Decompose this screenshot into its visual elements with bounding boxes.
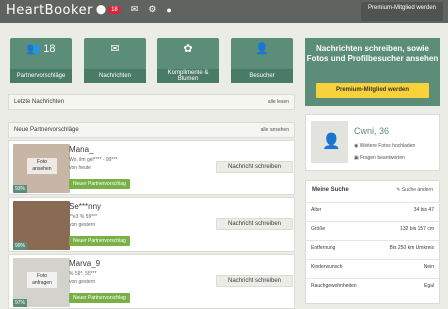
section-title: Neue Partnervorschläge [14,127,79,133]
settings-icon[interactable]: ⚙ [148,4,156,15]
mail-icon: ✉ [110,43,120,55]
flower-icon: ✿ [183,43,193,55]
users-icon: 👥 18 [26,43,56,55]
read-all-link[interactable]: alle lesen [268,95,289,110]
change-search-link[interactable]: ✎ Suche ändern [396,187,433,193]
profile-nav[interactable]: ⬤ 18 [96,4,121,15]
write-message-button[interactable]: Nachricht schreiben [216,161,293,173]
search-row-age: Alter 34 bis 47 [305,202,440,217]
write-message-button[interactable]: Nachricht schreiben [216,275,293,287]
tile-partnervorschlaege[interactable]: 👥 18 Partnervorschläge [10,38,72,83]
notification-badge: 18 [108,5,121,14]
search-row-distance: Entfernung Bis 250 km Umkreis [305,240,440,255]
logo[interactable]: HeartBooker [6,3,93,18]
user-silhouette-icon: 👤 [322,133,341,150]
answer-questions-link[interactable]: ▣ Fragen beantworten [354,155,405,161]
match-percent: 97% [13,299,28,307]
latest-messages-header: Letzte Nachrichten alle lesen [8,94,295,110]
view-all-link[interactable]: alle ansehen [261,123,289,138]
suggestion-row: Foto ansehen 93% Mana_ Wo, ilm gel**** ·… [8,140,295,195]
section-title: Letzte Nachrichten [14,99,65,105]
top-bar: HeartBooker ⬤ 18 ✉ ⚙ ● Premium-Mitglied w… [0,0,448,23]
search-row-height: Größe 132 bis 157 cm [305,221,440,236]
match-percent: 99% [13,242,28,250]
profile-name[interactable]: Mana_ [69,145,93,154]
suggestion-row: 99% Se***nny **e3 % 59*** von gestern Ne… [8,197,295,252]
user-icon: ⬤ [96,4,107,14]
profile-seen: von heute [69,165,91,171]
suggestion-row: Foto anfragen 97% Marva_9 % 59*, 55*** v… [8,254,295,309]
person-icon: 👤 [255,43,269,55]
premium-top-button[interactable]: Premium-Mitglied werden [361,2,443,21]
profile-details: **e3 % 59*** [69,214,98,220]
tile-komplimente[interactable]: ✿ Komplimente & Blumen [157,38,219,83]
search-row-smoking: Rauchgewohnheiten Egal [305,278,440,293]
write-message-button[interactable]: Nachricht schreiben [216,218,293,230]
profile-details: % 59*, 55*** [69,271,97,277]
new-suggestion-tag: Neuer Partnervorschlag [69,236,130,246]
profile-age: 36 [379,126,390,136]
camera-icon: ◉ [354,143,359,149]
photo-label[interactable]: Foto anfragen [27,272,57,288]
profile-seen: von gestern [69,222,96,228]
photo-label[interactable]: Foto ansehen [27,158,57,174]
top-nav: ⬤ 18 ✉ ⚙ ● [96,4,172,15]
tile-label: Partnervorschläge [10,69,72,83]
edit-icon: ✎ [396,187,401,193]
new-suggestion-tag: Neuer Partnervorschlag [69,179,130,189]
question-icon: ▣ [354,155,359,161]
new-suggestion-tag: Neuer Partnervorschlag [69,293,130,303]
profile-name[interactable]: Se***nny [69,202,101,211]
tile-count: 18 [43,43,56,55]
search-title: Meine Suche [312,187,349,193]
tile-besucher[interactable]: 👤 Besucher [231,38,293,83]
upload-photos-link[interactable]: ◉ Weitere Fotos hochladen [354,143,415,149]
own-avatar[interactable]: 👤 [311,121,348,163]
tile-label: Besucher [231,69,293,83]
tile-label: Nachrichten [84,69,146,83]
profile-name[interactable]: Marva_9 [69,259,100,268]
suggestions-header: Neue Partnervorschläge alle ansehen [8,122,295,138]
profile-photo[interactable]: Foto anfragen 97% [13,258,70,307]
profile-photo[interactable]: 99% [13,201,70,250]
search-row-children: Kinderwunsch Nein [305,259,440,274]
profile-details: Wo, ilm gel**** · 99*** [69,157,118,163]
promo-text: Nachrichten schreiben, sowie Fotos und P… [306,44,439,63]
account-icon[interactable]: ● [166,5,171,15]
premium-promo: Nachrichten schreiben, sowie Fotos und P… [305,38,440,106]
mail-icon[interactable]: ✉ [131,4,139,15]
match-percent: 93% [13,185,28,193]
tile-label: Komplimente & Blumen [157,69,219,83]
profile-photo[interactable]: Foto ansehen 93% [13,144,70,193]
profile-card: 👤 Cwni, 36 ◉ Weitere Fotos hochladen ▣ F… [305,114,440,171]
premium-button[interactable]: Premium-Mitglied werden [316,83,429,98]
profile-seen: von gestern [69,279,96,285]
tile-nachrichten[interactable]: ✉ Nachrichten [84,38,146,83]
own-profile-name[interactable]: Cwni, 36 [354,126,389,136]
